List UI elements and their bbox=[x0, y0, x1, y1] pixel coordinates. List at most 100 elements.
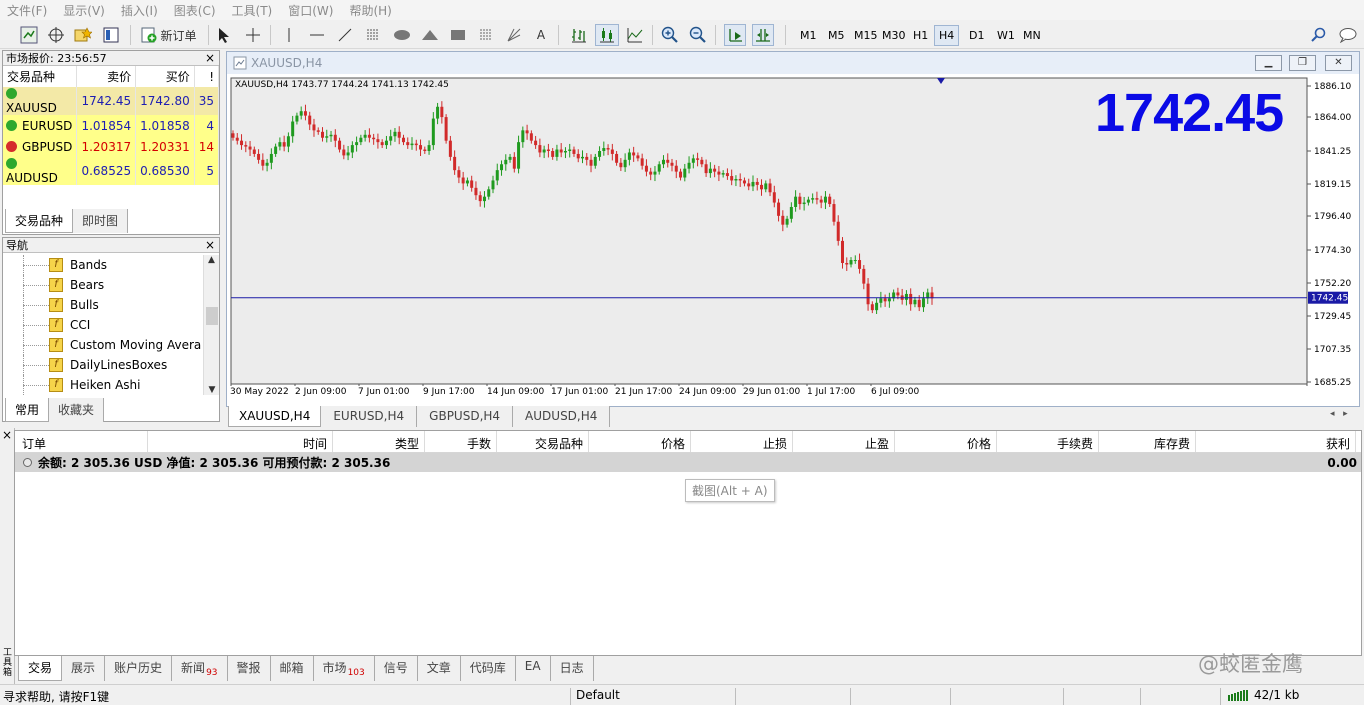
crosshair-icon[interactable] bbox=[243, 24, 263, 46]
menu-view[interactable]: 显示(V) bbox=[56, 2, 114, 19]
period-d1[interactable]: D1 bbox=[965, 25, 988, 46]
zoom-in-icon[interactable] bbox=[659, 24, 681, 46]
close-icon[interactable]: × bbox=[205, 51, 219, 65]
new-order-button[interactable]: 新订单 bbox=[138, 24, 200, 46]
menu-tools[interactable]: 工具(T) bbox=[225, 2, 282, 19]
column-header-spread[interactable]: ! bbox=[194, 66, 220, 87]
terminal-tab[interactable]: 新闻93 bbox=[172, 656, 228, 682]
menu-charts[interactable]: 图表(C) bbox=[167, 2, 225, 19]
terminal-tab[interactable]: 展示 bbox=[62, 656, 106, 682]
chart-shift-marker[interactable] bbox=[937, 78, 945, 84]
chart-tab-gbpusd[interactable]: GBPUSD,H4 bbox=[417, 406, 514, 427]
ellipse-icon[interactable] bbox=[391, 24, 413, 46]
scroll-up-icon[interactable]: ▲ bbox=[204, 255, 219, 265]
column-header-type[interactable]: 类型 bbox=[333, 431, 425, 452]
auto-scroll-icon[interactable] bbox=[724, 24, 746, 46]
minimize-button[interactable]: ▁ bbox=[1255, 55, 1282, 71]
column-header-stop-loss[interactable]: 止损 bbox=[691, 431, 793, 452]
market-watch-row[interactable]: GBPUSD 1.20317 1.20331 14 bbox=[3, 136, 220, 157]
market-watch-row[interactable]: AUDUSD 0.68525 0.68530 5 bbox=[3, 157, 220, 185]
terminal-tab[interactable]: 账户历史 bbox=[105, 656, 173, 682]
column-header-commission[interactable]: 手续费 bbox=[997, 431, 1099, 452]
horizontal-line-icon[interactable] bbox=[307, 24, 327, 46]
column-header-lots[interactable]: 手数 bbox=[425, 431, 497, 452]
new-chart-icon[interactable] bbox=[18, 24, 40, 46]
chart-tab-eurusd[interactable]: EURUSD,H4 bbox=[321, 406, 418, 427]
column-header-symbol[interactable]: 交易品种 bbox=[3, 66, 78, 87]
tab-favorites[interactable]: 收藏夹 bbox=[49, 398, 105, 422]
chart-tab-xauusd[interactable]: XAUUSD,H4 bbox=[228, 406, 322, 427]
period-mn[interactable]: MN bbox=[1019, 25, 1045, 46]
crosshair-target-icon[interactable] bbox=[45, 24, 67, 46]
terminal-tab[interactable]: 代码库 bbox=[460, 656, 516, 682]
chat-icon[interactable] bbox=[1336, 24, 1360, 46]
tab-common[interactable]: 常用 bbox=[5, 398, 50, 422]
vertical-line-icon[interactable] bbox=[279, 24, 299, 46]
column-header-take-profit[interactable]: 止盈 bbox=[793, 431, 895, 452]
bar-chart-icon[interactable] bbox=[568, 24, 590, 46]
period-m1[interactable]: M1 bbox=[796, 25, 821, 46]
maximize-button[interactable]: ❐ bbox=[1289, 55, 1316, 71]
chart-shift-icon[interactable] bbox=[752, 24, 774, 46]
column-header-price[interactable]: 价格 bbox=[589, 431, 691, 452]
terminal-tab[interactable]: 日志 bbox=[550, 656, 594, 682]
terminal-tab[interactable]: 市场103 bbox=[313, 656, 375, 682]
menu-window[interactable]: 窗口(W) bbox=[281, 2, 342, 19]
fibonacci-icon[interactable] bbox=[475, 24, 497, 46]
navigator-item[interactable]: f Bears bbox=[3, 275, 203, 295]
menu-help[interactable]: 帮助(H) bbox=[342, 2, 400, 19]
period-m30[interactable]: M30 bbox=[878, 25, 910, 46]
column-header-ask[interactable]: 买价 bbox=[135, 66, 195, 87]
cursor-icon[interactable] bbox=[214, 24, 234, 46]
column-header-order[interactable]: 订单 bbox=[15, 431, 148, 452]
market-watch-row[interactable]: EURUSD 1.01854 1.01858 4 bbox=[3, 115, 220, 136]
scroll-down-icon[interactable]: ▼ bbox=[204, 385, 220, 395]
period-w1[interactable]: W1 bbox=[993, 25, 1019, 46]
triangle-icon[interactable] bbox=[419, 24, 441, 46]
market-watch-row[interactable]: XAUUSD 1742.45 1742.80 35 bbox=[3, 87, 220, 115]
scroll-thumb[interactable] bbox=[206, 307, 218, 325]
zoom-out-icon[interactable] bbox=[687, 24, 709, 46]
navigator-item[interactable]: f Bands bbox=[3, 255, 203, 275]
channel-icon[interactable] bbox=[363, 24, 383, 46]
column-header-current-price[interactable]: 价格 bbox=[895, 431, 997, 452]
column-header-time[interactable]: 时间 bbox=[148, 431, 333, 452]
balance-row[interactable]: 余额: 2 305.36 USD 净值: 2 305.36 可用预付款: 2 3… bbox=[15, 453, 1361, 472]
navigator-item[interactable]: f Heiken Ashi bbox=[3, 375, 203, 395]
terminal-tab[interactable]: 交易 bbox=[18, 656, 63, 682]
period-h1[interactable]: H1 bbox=[909, 25, 932, 46]
search-icon[interactable] bbox=[1308, 24, 1330, 46]
close-icon[interactable]: × bbox=[0, 428, 14, 442]
close-window-button[interactable]: ✕ bbox=[1325, 55, 1352, 71]
menu-file[interactable]: 文件(F) bbox=[0, 2, 56, 19]
period-m5[interactable]: M5 bbox=[824, 25, 849, 46]
close-icon[interactable]: × bbox=[205, 238, 219, 252]
menu-insert[interactable]: 插入(I) bbox=[114, 2, 167, 19]
favorites-icon[interactable] bbox=[72, 24, 94, 46]
navigator-item[interactable]: f CCI bbox=[3, 315, 203, 335]
rectangle-icon[interactable] bbox=[447, 24, 469, 46]
column-header-profit[interactable]: 获利 bbox=[1196, 431, 1356, 452]
gann-icon[interactable] bbox=[503, 24, 525, 46]
navigator-item[interactable]: f Custom Moving Avera bbox=[3, 335, 203, 355]
navigator-item[interactable]: f Bulls bbox=[3, 295, 203, 315]
column-header-symbol[interactable]: 交易品种 bbox=[497, 431, 589, 452]
period-h4[interactable]: H4 bbox=[934, 25, 960, 46]
terminal-tab[interactable]: 文章 bbox=[417, 656, 461, 682]
period-m15[interactable]: M15 bbox=[850, 25, 882, 46]
tab-symbols[interactable]: 交易品种 bbox=[5, 209, 74, 233]
trend-line-icon[interactable] bbox=[335, 24, 355, 46]
candlestick-chart-icon[interactable] bbox=[595, 24, 619, 46]
text-tool-icon[interactable]: A bbox=[531, 24, 551, 46]
navigator-item[interactable]: f DailyLinesBoxes bbox=[3, 355, 203, 375]
terminal-tab[interactable]: 邮箱 bbox=[270, 656, 314, 682]
tab-scroll-arrows[interactable]: ◂ ▸ bbox=[1330, 409, 1348, 419]
terminal-tab[interactable]: EA bbox=[515, 656, 551, 682]
tab-tick-chart[interactable]: 即时图 bbox=[73, 209, 129, 233]
line-chart-icon[interactable] bbox=[624, 24, 646, 46]
terminal-tab[interactable]: 信号 bbox=[374, 656, 418, 682]
navigator-scrollbar[interactable]: ▲ ▼ bbox=[203, 255, 219, 395]
navigator-toggle-icon[interactable] bbox=[100, 24, 122, 46]
column-header-bid[interactable]: 卖价 bbox=[76, 66, 137, 87]
chart-tab-audusd[interactable]: AUDUSD,H4 bbox=[513, 406, 611, 427]
